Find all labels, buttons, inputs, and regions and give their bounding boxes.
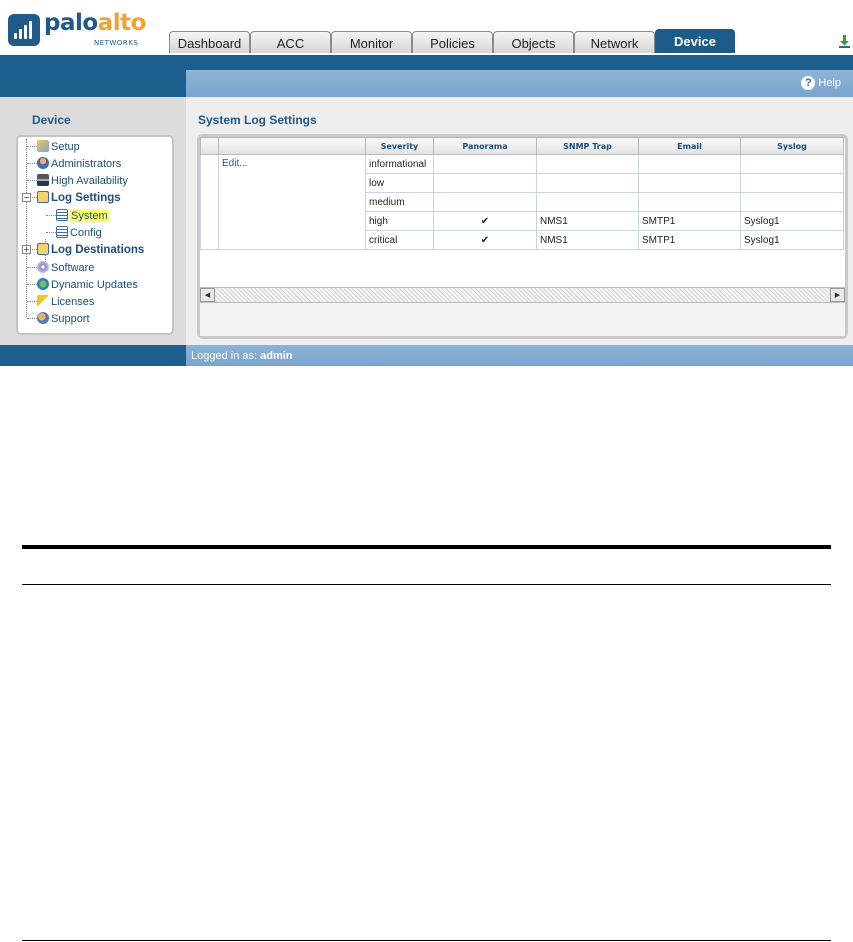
row-selector[interactable] xyxy=(200,154,219,250)
log-settings-grid: Severity Panorama SNMP Trap Email Syslog… xyxy=(197,134,848,339)
support-icon xyxy=(37,312,49,324)
header-panorama[interactable]: Panorama xyxy=(433,137,537,155)
key-icon xyxy=(37,295,49,307)
syslog-cell: Syslog1 xyxy=(740,211,844,231)
globe-icon xyxy=(37,278,49,290)
snmp-cell: NMS1 xyxy=(536,211,639,231)
sidebar-item-support[interactable]: Support xyxy=(37,312,90,326)
header-email[interactable]: Email xyxy=(638,137,741,155)
document-rule-bottom xyxy=(22,940,831,941)
severity-cell: critical xyxy=(365,230,434,250)
sidebar-item-system[interactable]: System xyxy=(56,209,109,223)
sidebar-item-config[interactable]: Config xyxy=(56,226,102,240)
severity-cell: high xyxy=(365,211,434,231)
snmp-cell xyxy=(536,154,639,174)
disk-icon xyxy=(37,261,49,273)
document-rule-thin xyxy=(22,584,831,585)
logo-text: paloalto xyxy=(44,10,146,36)
tab-objects[interactable]: Objects xyxy=(493,31,574,53)
snmp-cell xyxy=(536,192,639,212)
log-folder-icon xyxy=(37,243,49,255)
header-bar: paloalto NETWORKS Dashboard ACC Monitor … xyxy=(0,0,853,55)
main-content: System Log Settings Severity Panorama SN… xyxy=(186,97,853,345)
tab-policies[interactable]: Policies xyxy=(412,31,493,53)
scroll-left-icon[interactable]: ◀ xyxy=(200,288,215,302)
username: admin xyxy=(260,350,293,362)
sidebar-item-log-destinations[interactable]: Log Destinations xyxy=(37,243,144,257)
tab-dashboard[interactable]: Dashboard xyxy=(169,31,250,53)
help-icon: ? xyxy=(801,76,816,90)
sidebar-item-administrators[interactable]: Administrators xyxy=(37,157,121,171)
snmp-cell xyxy=(536,173,639,193)
snmp-cell: NMS1 xyxy=(536,230,639,250)
document-icon xyxy=(56,226,68,238)
tab-acc[interactable]: ACC xyxy=(250,31,331,53)
login-status: Logged in as: admin xyxy=(191,350,293,362)
grid-footer xyxy=(200,303,845,336)
severity-cell: medium xyxy=(365,192,434,212)
user-icon xyxy=(37,157,49,169)
syslog-cell: Syslog1 xyxy=(740,230,844,250)
status-bar: Logged in as: admin xyxy=(186,345,853,366)
tab-device[interactable]: Device xyxy=(655,29,735,53)
scroll-right-icon[interactable]: ▶ xyxy=(830,288,845,302)
sidebar-item-software[interactable]: Software xyxy=(37,261,94,275)
expand-log-destinations-toggle[interactable]: + xyxy=(22,245,31,254)
tab-network[interactable]: Network xyxy=(574,31,655,53)
sidebar-item-licenses[interactable]: Licenses xyxy=(37,295,94,309)
server-icon xyxy=(37,174,49,186)
email-cell: SMTP1 xyxy=(638,230,741,250)
document-rule-thick xyxy=(22,545,831,549)
sidebar-item-dynamic-updates[interactable]: Dynamic Updates xyxy=(37,278,138,292)
help-link[interactable]: ? Help xyxy=(801,76,841,90)
panorama-cell: ✔ xyxy=(433,211,537,231)
syslog-cell xyxy=(740,154,844,174)
sidebar-item-high-availability[interactable]: High Availability xyxy=(37,174,128,188)
panorama-cell xyxy=(433,154,537,174)
edit-link[interactable]: Edit... xyxy=(218,154,366,250)
syslog-cell xyxy=(740,173,844,193)
header-edit xyxy=(218,137,366,155)
header-syslog[interactable]: Syslog xyxy=(740,137,844,155)
document-icon xyxy=(56,209,68,221)
table-header-row: Severity Panorama SNMP Trap Email Syslog xyxy=(200,137,844,155)
table-row: Edit... informational xyxy=(200,154,844,250)
palo-alto-logo: paloalto NETWORKS xyxy=(8,8,146,50)
logo-subtitle: NETWORKS xyxy=(94,39,139,47)
log-folder-icon xyxy=(37,191,49,203)
email-cell xyxy=(638,173,741,193)
download-icon[interactable] xyxy=(838,34,851,49)
email-cell: SMTP1 xyxy=(638,211,741,231)
tab-monitor[interactable]: Monitor xyxy=(331,31,412,53)
sidebar-item-setup[interactable]: Setup xyxy=(37,140,80,154)
header-select xyxy=(200,137,219,155)
sidebar-item-log-settings[interactable]: Log Settings xyxy=(37,191,121,205)
left-panel: Device − + Setup Administrators High Ava… xyxy=(0,97,186,345)
collapse-log-settings-toggle[interactable]: − xyxy=(22,193,31,202)
page-title: System Log Settings xyxy=(198,113,317,127)
syslog-cell xyxy=(740,192,844,212)
header-severity[interactable]: Severity xyxy=(365,137,434,155)
email-cell xyxy=(638,192,741,212)
wrench-icon xyxy=(37,140,49,152)
system-log-table: Severity Panorama SNMP Trap Email Syslog… xyxy=(200,137,844,250)
panorama-cell xyxy=(433,173,537,193)
panorama-cell: ✔ xyxy=(433,230,537,250)
severity-cell: low xyxy=(365,173,434,193)
logo-mark-icon xyxy=(8,14,40,46)
device-tree: − + Setup Administrators High Availabili… xyxy=(16,135,174,335)
email-cell xyxy=(638,154,741,174)
severity-cell: informational xyxy=(365,154,434,174)
help-bar: ? Help xyxy=(186,70,853,97)
header-snmp-trap[interactable]: SNMP Trap xyxy=(536,137,639,155)
panorama-cell xyxy=(433,192,537,212)
sidebar-title: Device xyxy=(32,113,71,127)
horizontal-scrollbar[interactable]: ◀ ▶ xyxy=(200,287,845,303)
